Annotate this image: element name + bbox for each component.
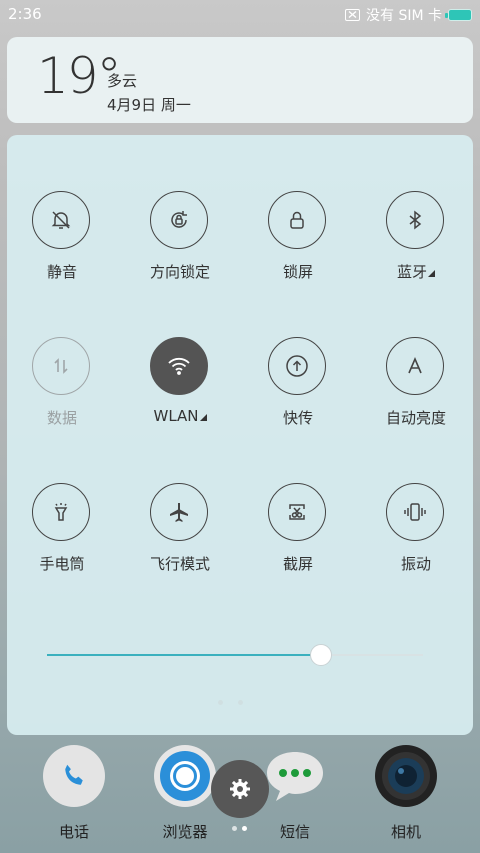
toggle-label: 锁屏 xyxy=(282,263,313,281)
toggle-vibrate[interactable]: 振动 xyxy=(361,483,471,593)
page-dot xyxy=(218,700,223,705)
weather-widget[interactable]: 19° 多云 4月9日 周一 xyxy=(7,37,473,123)
camera-icon xyxy=(375,745,437,807)
brightness-thumb[interactable] xyxy=(310,644,333,666)
toggle-label: 快传 xyxy=(282,409,313,427)
browser-icon xyxy=(154,745,216,807)
dock-app-label: 电话 xyxy=(58,823,89,841)
dock-app-label: 浏览器 xyxy=(162,823,208,841)
weather-condition: 多云 xyxy=(107,72,138,90)
auto-brightness-icon xyxy=(386,337,444,395)
toggle-airplane-mode[interactable]: 飞行模式 xyxy=(125,483,235,593)
page-dot-active xyxy=(242,826,247,831)
toggle-wlan[interactable]: WLAN xyxy=(125,337,235,447)
brightness-slider[interactable] xyxy=(47,644,423,666)
dock-app-camera[interactable]: 相机 xyxy=(361,745,451,842)
brightness-fill xyxy=(47,654,322,656)
bluetooth-icon xyxy=(386,191,444,249)
lock-icon xyxy=(268,191,326,249)
toggle-screenshot[interactable]: 截屏 xyxy=(243,483,353,593)
battery-icon xyxy=(445,9,472,21)
toggle-label: 自动亮度 xyxy=(385,409,446,427)
screenshot-icon xyxy=(268,483,326,541)
mobile-data-icon xyxy=(32,337,90,395)
toggle-lock-screen[interactable]: 锁屏 xyxy=(243,191,353,301)
toggle-auto-brightness[interactable]: 自动亮度 xyxy=(361,337,471,447)
expand-indicator-icon xyxy=(199,414,207,421)
toggle-mute[interactable]: 静音 xyxy=(7,191,117,301)
toggle-bluetooth[interactable]: 蓝牙 xyxy=(361,191,471,301)
toggle-label: 数据 xyxy=(46,409,77,427)
airplane-icon xyxy=(150,483,208,541)
rotation-lock-icon xyxy=(150,191,208,249)
panel-page-indicator xyxy=(218,700,258,706)
no-sim-icon xyxy=(345,9,360,21)
toggle-label: 振动 xyxy=(400,555,431,573)
gear-icon xyxy=(230,779,250,799)
messages-icon xyxy=(264,745,326,807)
flashlight-icon xyxy=(32,483,90,541)
dock-app-phone[interactable]: 电话 xyxy=(29,745,119,842)
page-dot xyxy=(232,826,237,831)
toggle-label-text: 蓝牙 xyxy=(396,263,427,281)
toggle-label: 截屏 xyxy=(282,555,313,573)
settings-button[interactable] xyxy=(211,760,269,818)
toggle-label: 蓝牙 xyxy=(361,261,471,282)
toggle-mobile-data[interactable]: 数据 xyxy=(7,337,117,447)
page-dot xyxy=(238,700,243,705)
status-time: 2:36 xyxy=(8,5,42,23)
quick-share-icon xyxy=(268,337,326,395)
sim-status-text: 没有 SIM 卡 xyxy=(366,8,442,24)
toggle-label: 方向锁定 xyxy=(149,263,210,281)
toggle-label: 飞行模式 xyxy=(149,555,210,573)
home-page-indicator xyxy=(232,826,248,832)
dock-app-label: 短信 xyxy=(279,823,310,841)
status-right: 没有 SIM 卡 xyxy=(345,5,472,25)
wifi-icon xyxy=(150,337,208,395)
toggle-rotation-lock[interactable]: 方向锁定 xyxy=(125,191,235,301)
toggle-label: 静音 xyxy=(46,263,77,281)
weather-date: 4月9日 周一 xyxy=(107,96,191,114)
toggle-label: 手电筒 xyxy=(39,555,85,573)
toggle-quick-share[interactable]: 快传 xyxy=(243,337,353,447)
toggle-label: WLAN xyxy=(125,407,235,425)
vibrate-icon xyxy=(386,483,444,541)
toggle-label-text: WLAN xyxy=(153,407,199,425)
expand-indicator-icon xyxy=(428,270,435,277)
status-bar: 2:36 没有 SIM 卡 xyxy=(0,0,480,28)
dock-app-label: 相机 xyxy=(390,823,421,841)
phone-icon xyxy=(43,745,105,807)
bell-off-icon xyxy=(32,191,90,249)
toggle-flashlight[interactable]: 手电筒 xyxy=(7,483,117,593)
